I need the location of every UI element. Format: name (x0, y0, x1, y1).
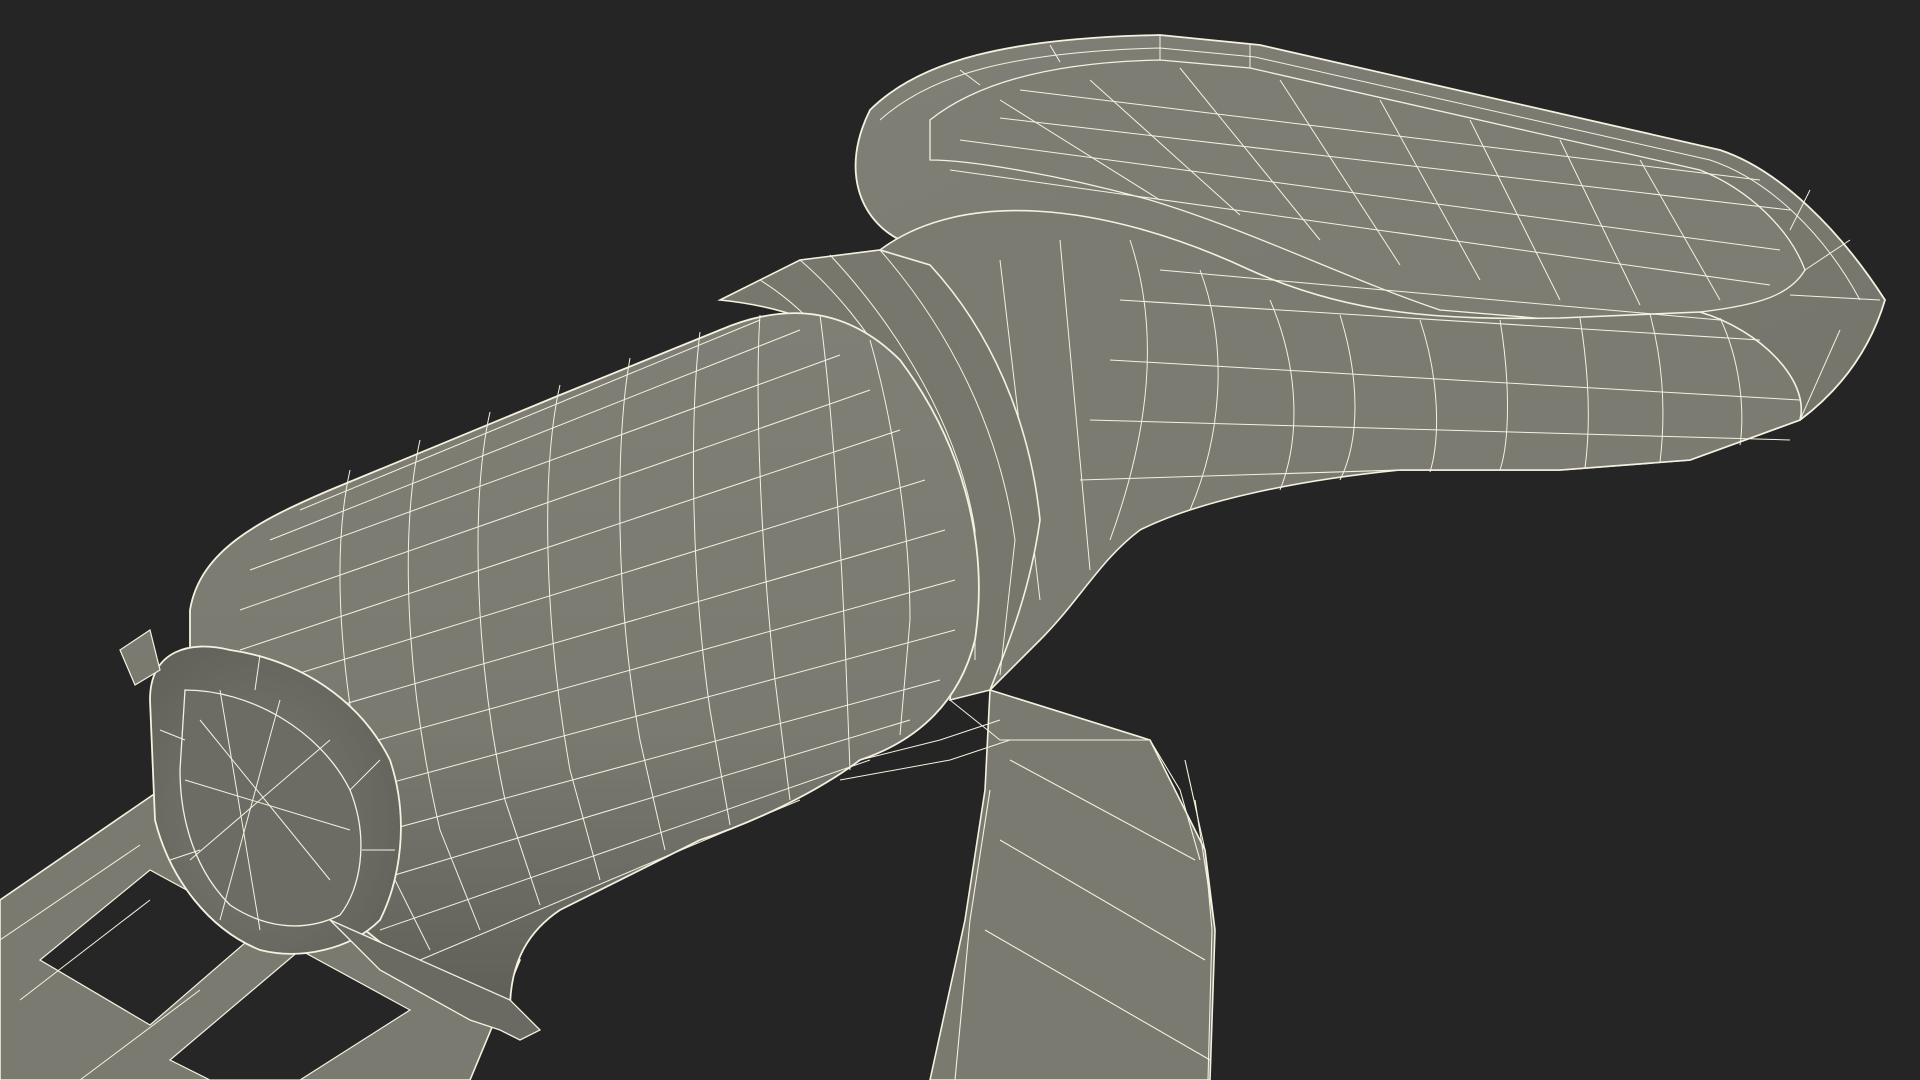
wireframe-model-render (0, 34, 1886, 1080)
lower-strap (929, 688, 1216, 1080)
render-viewport (0, 0, 1920, 1080)
